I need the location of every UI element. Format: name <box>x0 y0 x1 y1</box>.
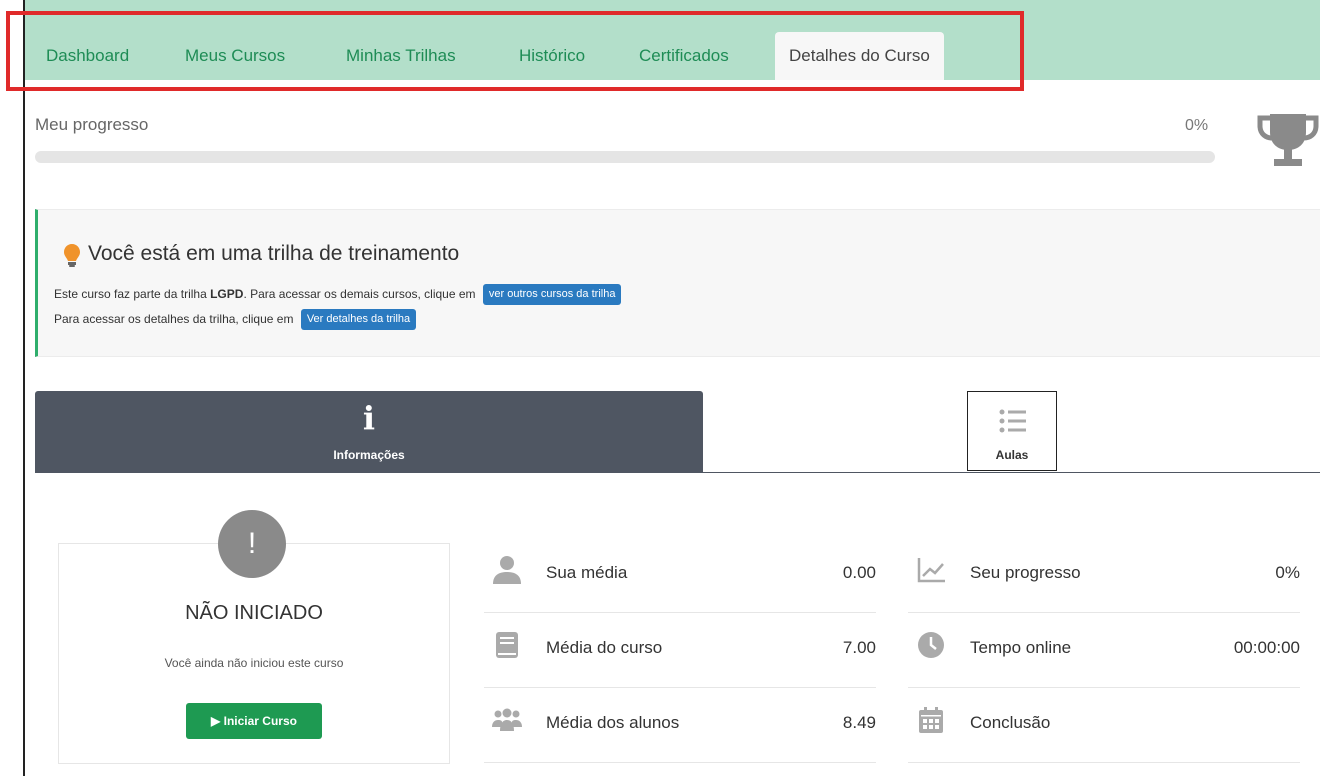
users-icon <box>492 708 522 731</box>
tab-informacoes-label: Informações <box>333 448 405 462</box>
trophy-icon <box>1257 114 1319 166</box>
stat-value: 8.49 <box>842 713 876 732</box>
left-border <box>23 0 25 776</box>
stat-seu-progresso: Seu progresso 0% <box>908 539 1300 613</box>
exclamation-icon: ! <box>218 510 286 578</box>
trail-line-1: Este curso faz parte da trilha LGPD. Par… <box>54 282 622 306</box>
highlight-annotation-box <box>6 11 1024 91</box>
user-icon <box>493 556 521 584</box>
trail-line-2-prefix: Para acessar os detalhes da trilha, cliq… <box>54 312 294 326</box>
stat-label: Média do curso <box>546 638 663 657</box>
stat-tempo-online: Tempo online 00:00:00 <box>908 614 1300 688</box>
clock-icon <box>918 632 944 658</box>
lightbulb-icon <box>64 244 80 267</box>
calendar-icon <box>919 707 943 733</box>
stat-value: 0.00 <box>842 563 876 582</box>
trail-line-2: Para acessar os detalhes da trilha, cliq… <box>54 307 417 331</box>
info-icon: i <box>362 399 376 437</box>
status-title: NÃO INICIADO <box>185 602 323 624</box>
play-icon: ▶ <box>211 714 221 728</box>
stat-media-do-curso: Média do curso 7.00 <box>484 614 876 688</box>
view-trail-details-button[interactable]: Ver detalhes da trilha <box>300 309 417 331</box>
training-trail-notice: Você está em uma trilha de treinamento E… <box>35 209 1320 357</box>
stat-label: Conclusão <box>970 713 1051 732</box>
progress-label: Meu progresso <box>35 115 149 134</box>
stat-value: 0% <box>1275 563 1300 582</box>
book-icon <box>496 632 518 658</box>
status-subtitle: Você ainda não iniciou este curso <box>164 656 344 670</box>
tab-aulas[interactable]: Aulas <box>967 391 1057 471</box>
stat-label: Média dos alunos <box>546 713 680 732</box>
start-course-label: Iniciar Curso <box>223 714 297 728</box>
list-icon <box>999 409 1026 433</box>
trail-line-1-suffix: . Para acessar os demais cursos, clique … <box>243 287 476 301</box>
view-other-courses-button[interactable]: ver outros cursos da trilha <box>482 284 622 306</box>
trail-line-1-prefix: Este curso faz parte da trilha <box>54 287 207 301</box>
progress-bar <box>35 151 1215 163</box>
page: Dashboard Meus Cursos Minhas Trilhas His… <box>0 0 1320 776</box>
stat-value: 7.00 <box>842 638 876 657</box>
tab-informacoes[interactable]: i Informações <box>35 391 703 473</box>
stat-conclusao: Conclusão <box>908 689 1300 763</box>
stat-label: Sua média <box>546 563 628 582</box>
progress-percent: 0% <box>1185 117 1209 134</box>
trail-title: Você está em uma trilha de treinamento <box>88 242 460 265</box>
stat-label: Seu progresso <box>970 563 1081 582</box>
start-course-button[interactable]: ▶ Iniciar Curso <box>186 703 322 739</box>
tab-divider <box>703 472 1320 473</box>
line-chart-icon <box>917 558 945 583</box>
stat-label: Tempo online <box>970 638 1072 657</box>
trail-name: LGPD <box>210 287 244 301</box>
stat-sua-media: Sua média 0.00 <box>484 539 876 613</box>
stat-value: 00:00:00 <box>1233 638 1300 657</box>
stat-media-dos-alunos: Média dos alunos 8.49 <box>484 689 876 763</box>
tab-aulas-label: Aulas <box>995 448 1029 462</box>
